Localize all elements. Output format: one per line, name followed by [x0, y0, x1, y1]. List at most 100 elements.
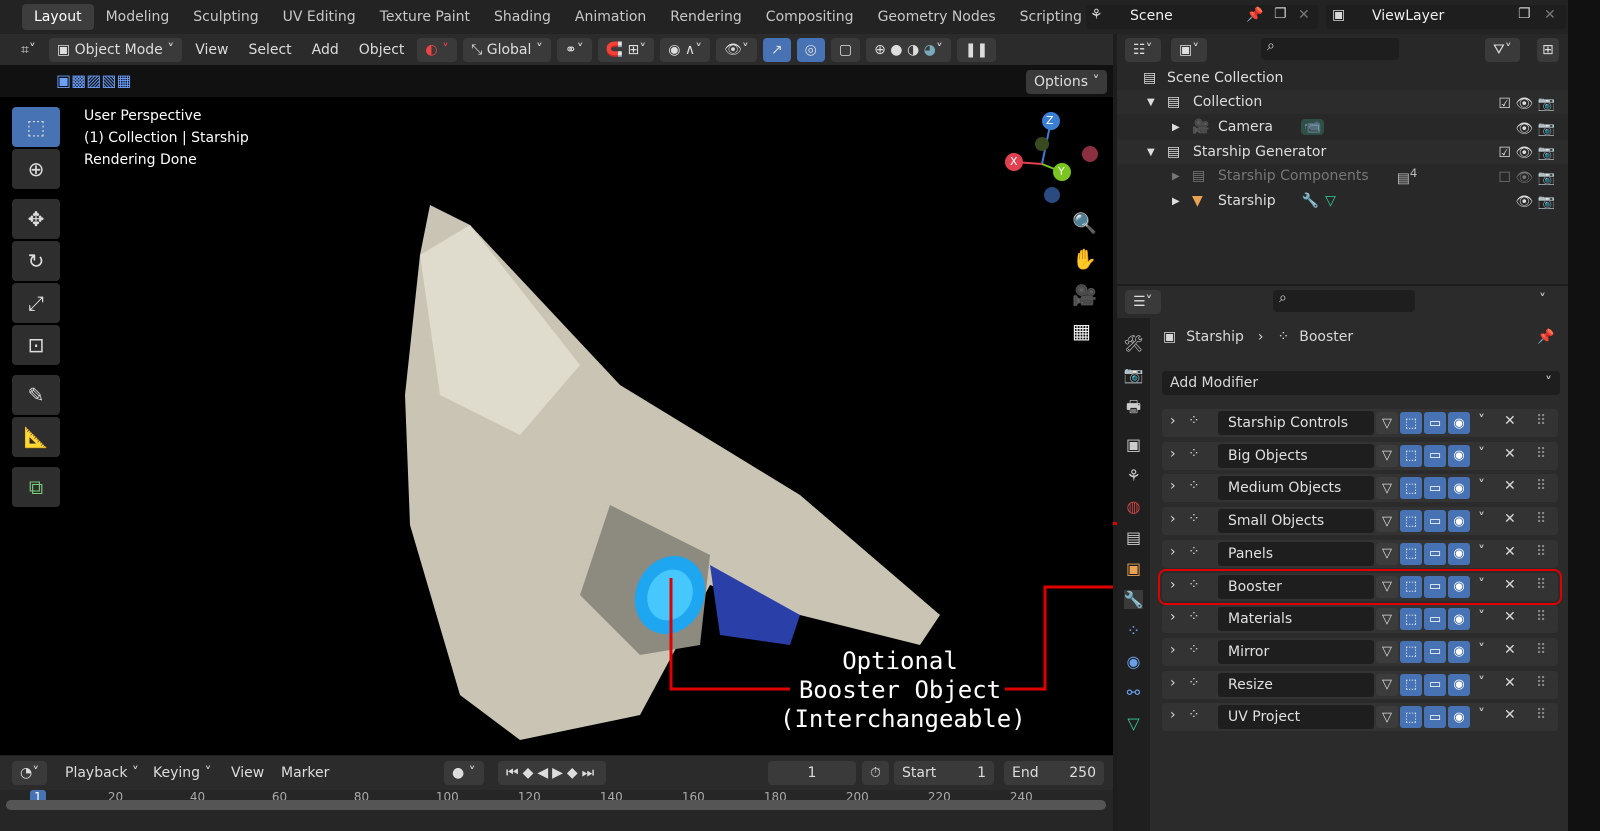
viewport-toggle-icon[interactable]: ▭ [1424, 706, 1446, 729]
snap-icon[interactable]: 🧲 ⊞˅ [597, 37, 655, 62]
shading-icon[interactable]: ◐ ˅ [417, 37, 458, 62]
remove-modifier-icon[interactable]: ✕ [1504, 675, 1516, 691]
on-cage-toggle-icon[interactable]: ⬚ [1400, 477, 1422, 500]
copy-scene-icon[interactable]: ❐ [1274, 6, 1287, 22]
overlay-toggle-icon[interactable]: ◎ [796, 37, 825, 62]
edit-mode-toggle-icon[interactable]: ▽ [1376, 706, 1398, 729]
chevron-down-icon[interactable]: ˅ [1478, 544, 1485, 560]
drag-handle-icon[interactable]: ⠿ [1536, 675, 1546, 691]
expand-chevron-icon[interactable]: › [1170, 707, 1176, 723]
edit-mode-toggle-icon[interactable]: ▽ [1376, 575, 1398, 598]
viewport-toggle-icon[interactable]: ▭ [1424, 477, 1446, 500]
modifier-name-field[interactable]: Panels [1218, 541, 1374, 566]
viewport-toggle-icon[interactable]: ▭ [1424, 444, 1446, 467]
drag-handle-icon[interactable]: ⠿ [1536, 446, 1546, 462]
expand-chevron-icon[interactable]: › [1170, 544, 1176, 560]
remove-modifier-icon[interactable]: ✕ [1504, 413, 1516, 429]
new-collection-icon[interactable]: ⊞ [1537, 38, 1559, 62]
edit-mode-toggle-icon[interactable]: ▽ [1376, 542, 1398, 565]
render-toggle-icon[interactable]: ◉ [1448, 477, 1470, 500]
view-layer-selector[interactable]: ▣ ViewLayer ❐ ✕ [1326, 5, 1566, 29]
pin-icon[interactable]: 📌 [1246, 7, 1263, 23]
remove-modifier-icon[interactable]: ✕ [1504, 446, 1516, 462]
expand-icon[interactable]: ▶ [1172, 122, 1192, 133]
chevron-down-icon[interactable]: ˅ [1478, 609, 1485, 625]
render-toggle-icon[interactable]: ◉ [1448, 706, 1470, 729]
pivot-icon[interactable]: ⚭˅ [556, 37, 592, 62]
expand-chevron-icon[interactable]: › [1170, 609, 1176, 625]
render-toggle-icon[interactable]: ◉ [1448, 640, 1470, 663]
modifier-panel[interactable]: › ⁘ Small Objects ▽ ⬚ ▭ ◉ ˅ ✕ ⠿ [1162, 507, 1558, 536]
on-cage-toggle-icon[interactable]: ⬚ [1400, 673, 1422, 696]
expand-icon[interactable]: ▼ [1147, 147, 1167, 158]
edit-mode-toggle-icon[interactable]: ▽ [1376, 444, 1398, 467]
on-cage-toggle-icon[interactable]: ⬚ [1400, 444, 1422, 467]
tab-modeling[interactable]: Modeling [94, 4, 182, 30]
viewport-toggle-icon[interactable]: ▭ [1424, 608, 1446, 631]
editor-type-icon[interactable]: ◔˅ [12, 761, 48, 785]
viewport-toggle-icon[interactable]: ▭ [1424, 640, 1446, 663]
render-tab-icon[interactable]: 📷 [1124, 365, 1144, 384]
on-cage-toggle-icon[interactable]: ⬚ [1400, 542, 1422, 565]
tab-layout[interactable]: Layout [22, 4, 94, 30]
tab-geometry-nodes[interactable]: Geometry Nodes [866, 4, 1008, 30]
modifier-panel[interactable]: › ⁘ Big Objects ▽ ⬚ ▭ ◉ ˅ ✕ ⠿ [1162, 441, 1558, 470]
chevron-down-icon[interactable]: ˅ [1478, 478, 1485, 494]
expand-icon[interactable]: ▶ [1172, 196, 1192, 207]
physics-tab-icon[interactable]: ◉ [1127, 652, 1141, 671]
editor-type-icon[interactable]: ☰˅ [1125, 290, 1161, 314]
modifier-panel[interactable]: › ⁘ Materials ▽ ⬚ ▭ ◉ ˅ ✕ ⠿ [1162, 605, 1558, 634]
scene-selector[interactable]: ⚘ Scene 📌 ❐ ✕ [1086, 5, 1318, 29]
editor-type-icon[interactable]: ⌗˅ [14, 38, 43, 62]
modifier-name-field[interactable]: Medium Objects [1218, 476, 1374, 501]
pin-icon[interactable]: 📌 [1537, 329, 1554, 345]
start-frame-field[interactable]: Start 1 [894, 761, 994, 785]
remove-modifier-icon[interactable]: ✕ [1504, 511, 1516, 527]
tab-rendering[interactable]: Rendering [658, 4, 754, 30]
expand-chevron-icon[interactable]: › [1170, 478, 1176, 494]
end-frame-field[interactable]: End 250 [1004, 761, 1104, 785]
on-cage-toggle-icon[interactable]: ⬚ [1400, 608, 1422, 631]
mesh-data-icon[interactable]: ▽ [1325, 193, 1336, 209]
viewport-toggle-icon[interactable]: ▭ [1424, 510, 1446, 533]
add-modifier-dropdown[interactable]: Add Modifier ˅ [1162, 371, 1560, 395]
mode-dropdown[interactable]: ▣ Object Mode ˅ [48, 37, 183, 62]
menu-add[interactable]: Add [305, 38, 346, 62]
modifier-name-field[interactable]: Small Objects [1218, 509, 1374, 534]
view-layer-tab-icon[interactable]: ▣ [1126, 435, 1141, 454]
xray-icon[interactable]: ▢ [830, 37, 861, 62]
remove-modifier-icon[interactable]: ✕ [1504, 478, 1516, 494]
on-cage-toggle-icon[interactable]: ⬚ [1400, 412, 1422, 434]
modifier-panel[interactable]: › ⁘ Panels ▽ ⬚ ▭ ◉ ˅ ✕ ⠿ [1162, 539, 1558, 568]
visibility-icon[interactable]: 👁˅ [716, 37, 757, 62]
drag-handle-icon[interactable]: ⠿ [1536, 413, 1546, 429]
edit-mode-toggle-icon[interactable]: ▽ [1376, 608, 1398, 631]
expand-icon[interactable]: ▶ [1172, 171, 1192, 182]
tab-texture-paint[interactable]: Texture Paint [368, 4, 482, 30]
scene-tab-icon[interactable]: ⚘ [1126, 466, 1140, 485]
data-tab-icon[interactable]: ▽ [1127, 714, 1139, 733]
tab-shading[interactable]: Shading [482, 4, 563, 30]
modifier-wrench-icon[interactable]: 🔧 [1302, 193, 1319, 209]
expand-chevron-icon[interactable]: › [1170, 511, 1176, 527]
edit-mode-toggle-icon[interactable]: ▽ [1376, 673, 1398, 696]
modifier-panel[interactable]: › ⁘ Mirror ▽ ⬚ ▭ ◉ ˅ ✕ ⠿ [1162, 637, 1558, 666]
modifier-name-field[interactable]: Starship Controls [1218, 411, 1374, 435]
render-toggle-icon[interactable]: ◉ [1448, 510, 1470, 533]
edit-mode-toggle-icon[interactable]: ▽ [1376, 412, 1398, 434]
tab-sculpting[interactable]: Sculpting [181, 4, 270, 30]
view-layer-icon[interactable]: ▣˅ [1171, 38, 1208, 62]
timeline-ruler[interactable]: 1 20 40 60 80 100 120 140 160 180 200 220 240 [0, 790, 1113, 831]
render-toggle-icon[interactable]: ◉ [1448, 608, 1470, 631]
modifier-panel[interactable]: › ⁘ Starship Controls ▽ ⬚ ▭ ◉ ˅ ✕ ⠿ [1162, 409, 1558, 437]
outliner-search-input[interactable]: ⌕ [1261, 38, 1399, 60]
proportional-edit-icon[interactable]: ◉ ∧˅ [660, 37, 711, 62]
menu-object[interactable]: Object [352, 38, 412, 62]
drag-handle-icon[interactable]: ⠿ [1536, 577, 1546, 593]
current-frame-field[interactable]: 1 [768, 761, 856, 785]
timer-icon[interactable]: ⏱ [862, 761, 889, 785]
on-cage-toggle-icon[interactable]: ⬚ [1400, 706, 1422, 729]
render-toggle-icon[interactable]: ◉ [1448, 542, 1470, 565]
drag-handle-icon[interactable]: ⠿ [1536, 478, 1546, 494]
transform-orientation-dropdown[interactable]: ⤡ Global ˅ [463, 37, 551, 62]
